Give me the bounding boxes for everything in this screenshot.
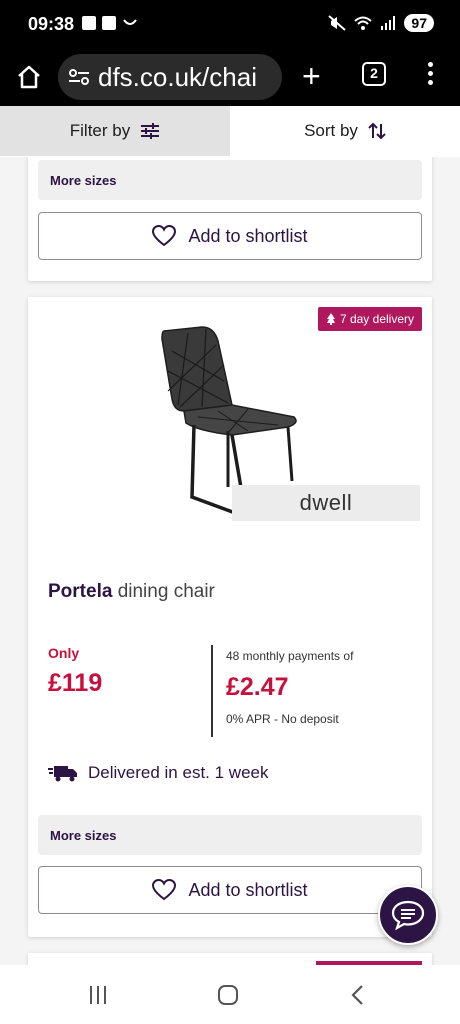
only-label: Only — [48, 645, 80, 661]
sort-label: Sort by — [304, 121, 358, 140]
product-name-bold: Portela — [48, 581, 113, 602]
monthly-label: 48 monthly payments of — [226, 649, 354, 663]
product-card-previous: More sizes Add to shortlist — [28, 157, 432, 281]
home-nav-icon[interactable] — [218, 985, 238, 1005]
filter-label: Filter by — [69, 121, 131, 140]
delivery-estimate-text: Delivered in est. 1 week — [88, 763, 269, 782]
mute-icon — [328, 15, 347, 31]
status-bar: 09:38 97 — [0, 0, 460, 50]
signal-icon — [381, 16, 396, 30]
brand-logo: dwell — [232, 485, 420, 521]
heart-icon — [152, 879, 177, 901]
price: £119 — [48, 669, 103, 697]
delivery-badge — [316, 961, 422, 965]
product-card-next[interactable] — [28, 953, 432, 965]
price-block: Only £119 — [48, 645, 102, 698]
address-bar[interactable]: dfs.co.uk/chai — [58, 54, 282, 100]
sort-button[interactable]: Sort by — [230, 106, 460, 156]
status-time: 09:38 — [28, 14, 75, 34]
chat-bubble-icon — [391, 900, 425, 930]
back-icon[interactable] — [348, 984, 368, 1006]
filter-sort-bar: Filter by Sort by — [0, 106, 460, 156]
shortlist-label: Add to shortlist — [188, 879, 308, 900]
sliders-icon — [141, 123, 160, 139]
product-card[interactable]: 7 day delivery dwell Portela dining chai… — [28, 297, 432, 937]
tab-switcher-button[interactable]: 2 — [362, 62, 386, 86]
apr-label: 0% APR - No deposit — [226, 712, 339, 726]
more-sizes-button[interactable]: More sizes — [38, 815, 422, 855]
filter-button[interactable]: Filter by — [0, 106, 230, 156]
product-name[interactable]: Portela dining chair — [48, 581, 215, 603]
monthly-price: £2.47 — [226, 673, 289, 701]
add-to-shortlist-button[interactable]: Add to shortlist — [38, 212, 422, 260]
notification-icons — [82, 16, 138, 30]
wifi-icon — [354, 16, 373, 30]
price-divider — [211, 645, 213, 737]
url-text[interactable]: dfs.co.uk/chai — [98, 62, 257, 93]
heart-icon — [152, 225, 177, 247]
product-list[interactable]: More sizes Add to shortlist 7 day delive… — [0, 157, 460, 965]
battery-level: 97 — [404, 14, 434, 32]
status-right: 97 — [328, 14, 434, 32]
new-tab-button[interactable]: + — [302, 60, 321, 92]
chat-button[interactable] — [378, 885, 438, 945]
sort-arrows-icon — [368, 122, 386, 140]
product-name-rest: dining chair — [112, 581, 215, 602]
add-to-shortlist-button[interactable]: Add to shortlist — [38, 866, 422, 914]
home-icon[interactable] — [16, 64, 42, 90]
smile-notification-icon — [123, 19, 137, 25]
browser-toolbar: dfs.co.uk/chai + 2 — [0, 50, 460, 106]
browser-menu-button[interactable] — [426, 62, 434, 85]
more-sizes-button[interactable]: More sizes — [38, 160, 422, 200]
sigma-notification-icon — [82, 16, 96, 30]
delivery-badge: 7 day delivery — [317, 307, 422, 331]
delivery-truck-icon — [48, 766, 77, 782]
delivery-badge-label: 7 day delivery — [339, 312, 414, 326]
delivery-estimate: Delivered in est. 1 week — [48, 763, 268, 783]
shortlist-label: Add to shortlist — [188, 225, 308, 246]
folder-notification-icon — [102, 16, 116, 30]
system-nav-bar — [0, 966, 460, 1024]
finance-block: 48 monthly payments of £2.47 0% APR - No… — [226, 649, 353, 726]
recents-icon[interactable] — [90, 986, 106, 1004]
site-settings-icon[interactable] — [68, 68, 90, 86]
